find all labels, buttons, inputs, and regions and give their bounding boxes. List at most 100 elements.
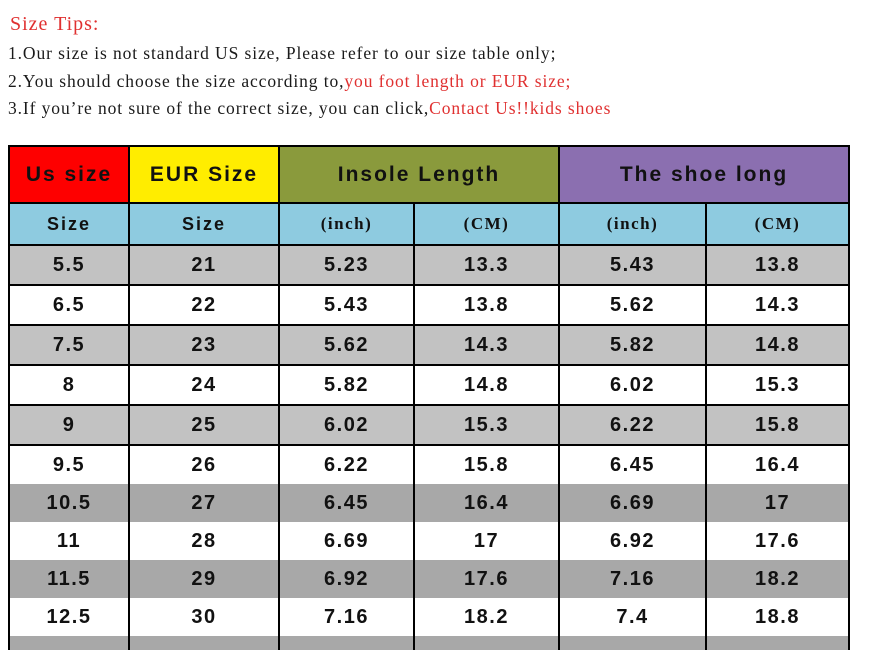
subheader-eur-size: Size bbox=[128, 202, 280, 246]
cell-eur-size: 25 bbox=[128, 404, 280, 446]
cell-shoe-cm: 13.8 bbox=[705, 244, 850, 286]
cell-shoe-inch: 6.92 bbox=[558, 522, 707, 560]
cell-shoe-cm: 16.4 bbox=[705, 445, 850, 484]
cell-eur-size: 23 bbox=[128, 324, 280, 366]
tip-line-3-text: 3.If you’re not sure of the correct size… bbox=[8, 98, 430, 118]
cell-us-size: 11 bbox=[8, 522, 130, 560]
tip-line-3: 3.If you’re not sure of the correct size… bbox=[8, 98, 882, 118]
cell-shoe-inch: 7.16 bbox=[558, 560, 707, 598]
table-row: 10.5 27 6.45 16.4 6.69 17 bbox=[8, 484, 850, 522]
table-band-header-row: Us size EUR Size Insole Length The shoe … bbox=[8, 145, 850, 204]
cell-us-size: 11.5 bbox=[8, 560, 130, 598]
cell-shoe-inch: 5.82 bbox=[558, 324, 707, 366]
cell-us-size: 9.5 bbox=[8, 445, 130, 484]
band-header-the-shoe-long: The shoe long bbox=[558, 145, 850, 204]
cell-insole-cm: 16.4 bbox=[413, 484, 560, 522]
tip-line-2: 2.You should choose the size according t… bbox=[8, 70, 882, 91]
table-row: 11 28 6.69 17 6.92 17.6 bbox=[8, 522, 850, 560]
subheader-shoe-cm: (CM) bbox=[705, 202, 850, 246]
cell-shoe-inch: 5.62 bbox=[558, 284, 707, 326]
cell-insole-inch: 5.23 bbox=[278, 244, 415, 286]
cell-insole-inch: 6.69 bbox=[278, 522, 415, 560]
cell-eur-size: 27 bbox=[128, 484, 280, 522]
tip-line-2-text: 2.You should choose the size according t… bbox=[8, 70, 345, 91]
cell-shoe-inch: 7.4 bbox=[558, 598, 707, 636]
cell-us-size: 5.5 bbox=[8, 244, 130, 286]
cell-clipped bbox=[705, 636, 850, 650]
cell-eur-size: 30 bbox=[128, 598, 280, 636]
tip-line-1: 1.Our size is not standard US size, Plea… bbox=[8, 43, 882, 63]
size-tips-block: Size Tips: 1.Our size is not standard US… bbox=[0, 0, 882, 118]
cell-shoe-cm: 14.8 bbox=[705, 324, 850, 366]
cell-insole-inch: 5.43 bbox=[278, 284, 415, 326]
tip-line-1-text: 1.Our size is not standard US size, Plea… bbox=[8, 43, 557, 63]
cell-clipped bbox=[128, 636, 280, 650]
cell-shoe-inch: 6.02 bbox=[558, 364, 707, 406]
size-chart-table-container: Us size EUR Size Insole Length The shoe … bbox=[8, 145, 850, 650]
band-header-us-size: Us size bbox=[8, 145, 130, 204]
table-row: 7.5 23 5.62 14.3 5.82 14.8 bbox=[8, 324, 850, 366]
cell-insole-inch: 7.16 bbox=[278, 598, 415, 636]
cell-eur-size: 22 bbox=[128, 284, 280, 326]
cell-shoe-inch: 5.43 bbox=[558, 244, 707, 286]
cell-shoe-cm: 18.8 bbox=[705, 598, 850, 636]
cell-eur-size: 24 bbox=[128, 364, 280, 406]
cell-clipped bbox=[8, 636, 130, 650]
subheader-insole-inch: (inch) bbox=[278, 202, 415, 246]
tip-line-2-highlight: you foot length or EUR size; bbox=[344, 70, 572, 91]
cell-us-size: 12.5 bbox=[8, 598, 130, 636]
cell-shoe-cm: 14.3 bbox=[705, 284, 850, 326]
cell-us-size: 7.5 bbox=[8, 324, 130, 366]
band-header-insole-length: Insole Length bbox=[278, 145, 560, 204]
cell-us-size: 6.5 bbox=[8, 284, 130, 326]
cell-eur-size: 21 bbox=[128, 244, 280, 286]
table-row: 12.5 30 7.16 18.2 7.4 18.8 bbox=[8, 598, 850, 636]
size-tips-heading: Size Tips: bbox=[10, 13, 100, 35]
cell-clipped bbox=[278, 636, 415, 650]
cell-us-size: 9 bbox=[8, 404, 130, 446]
cell-us-size: 10.5 bbox=[8, 484, 130, 522]
cell-shoe-inch: 6.22 bbox=[558, 404, 707, 446]
table-row: 8 24 5.82 14.8 6.02 15.3 bbox=[8, 364, 850, 406]
cell-shoe-cm: 17 bbox=[705, 484, 850, 522]
table-subheader-row: Size Size (inch) (CM) (inch) (CM) bbox=[8, 202, 850, 246]
cell-insole-inch: 6.45 bbox=[278, 484, 415, 522]
cell-insole-inch: 6.22 bbox=[278, 445, 415, 484]
cell-shoe-cm: 15.3 bbox=[705, 364, 850, 406]
cell-insole-inch: 5.62 bbox=[278, 324, 415, 366]
cell-insole-cm: 14.3 bbox=[413, 324, 560, 366]
cell-insole-cm: 15.8 bbox=[413, 445, 560, 484]
cell-us-size: 8 bbox=[8, 364, 130, 406]
cell-insole-cm: 14.8 bbox=[413, 364, 560, 406]
subheader-shoe-inch: (inch) bbox=[558, 202, 707, 246]
cell-insole-cm: 17.6 bbox=[413, 560, 560, 598]
table-row: 5.5 21 5.23 13.3 5.43 13.8 bbox=[8, 244, 850, 286]
band-header-eur-size: EUR Size bbox=[128, 145, 280, 204]
cell-shoe-cm: 18.2 bbox=[705, 560, 850, 598]
cell-insole-cm: 17 bbox=[413, 522, 560, 560]
table-row: 6.5 22 5.43 13.8 5.62 14.3 bbox=[8, 284, 850, 326]
table-row: 11.5 29 6.92 17.6 7.16 18.2 bbox=[8, 560, 850, 598]
cell-shoe-inch: 6.69 bbox=[558, 484, 707, 522]
tip-line-3-highlight: Contact Us!!kids shoes bbox=[429, 98, 612, 118]
cell-insole-inch: 6.02 bbox=[278, 404, 415, 446]
subheader-us-size: Size bbox=[8, 202, 130, 246]
cell-eur-size: 29 bbox=[128, 560, 280, 598]
cell-eur-size: 28 bbox=[128, 522, 280, 560]
table-row: 9.5 26 6.22 15.8 6.45 16.4 bbox=[8, 445, 850, 484]
cell-clipped bbox=[413, 636, 560, 650]
cell-insole-cm: 13.8 bbox=[413, 284, 560, 326]
cell-insole-inch: 6.92 bbox=[278, 560, 415, 598]
subheader-insole-cm: (CM) bbox=[413, 202, 560, 246]
cell-insole-cm: 15.3 bbox=[413, 404, 560, 446]
cell-insole-cm: 13.3 bbox=[413, 244, 560, 286]
cell-clipped bbox=[558, 636, 707, 650]
cell-insole-inch: 5.82 bbox=[278, 364, 415, 406]
cell-shoe-cm: 17.6 bbox=[705, 522, 850, 560]
table-row: 9 25 6.02 15.3 6.22 15.8 bbox=[8, 404, 850, 446]
cell-insole-cm: 18.2 bbox=[413, 598, 560, 636]
cell-eur-size: 26 bbox=[128, 445, 280, 484]
cell-shoe-cm: 15.8 bbox=[705, 404, 850, 446]
size-chart-table: Us size EUR Size Insole Length The shoe … bbox=[8, 145, 850, 650]
table-row-clipped bbox=[8, 636, 850, 650]
